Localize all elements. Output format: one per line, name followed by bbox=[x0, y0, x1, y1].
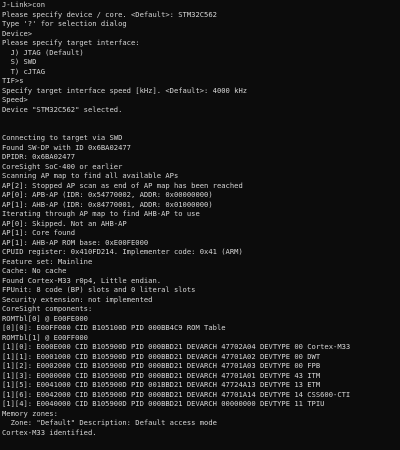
console-line: [1][4]: E0040000 CID B105900D PID 000BBD… bbox=[2, 399, 325, 408]
console-line: J-Link>con bbox=[2, 0, 45, 9]
console-line: Device> bbox=[2, 28, 33, 38]
console-line: Specify target interface speed [kHz]. <D… bbox=[2, 85, 248, 95]
console-line: FPUnit: 8 code (BP) slots and 0 literal … bbox=[2, 285, 196, 294]
console-line: DPIDR: 0x6BA02477 bbox=[2, 152, 76, 161]
console-line: Speed> bbox=[2, 95, 28, 104]
console-line: AP[1]: AHB-AP (IDR: 0x84770001, ADDR: 0x… bbox=[2, 199, 213, 209]
console-line: Please specify device / core. <Default>:… bbox=[2, 9, 217, 19]
console-line: Found SW-DP with ID 0x6BA02477 bbox=[2, 142, 131, 152]
console-line: S) SWD bbox=[2, 57, 37, 66]
console-line: CoreSight SoC-400 or earlier bbox=[2, 161, 123, 171]
console-line: Iterating through AP map to find AHB-AP … bbox=[2, 209, 200, 218]
console-line: [1][2]: E0002000 CID B105900D PID 000BBD… bbox=[2, 361, 321, 370]
console-line: [1][3]: E0000000 CID B105900D PID 000BBD… bbox=[2, 370, 321, 380]
console-line: AP[1]: Core found bbox=[2, 228, 76, 237]
console-line: [1][0]: E000E000 CID B105900D PID 000BBD… bbox=[2, 342, 351, 351]
console-line: Please specify target interface: bbox=[2, 38, 140, 47]
console-line: [0][0]: E00FF000 CID B105100D PID 000BB4… bbox=[2, 323, 226, 332]
console-line: T) cJTAG bbox=[2, 66, 45, 76]
console-line: CoreSight components: bbox=[2, 304, 93, 313]
console-line: [1][1]: E0001000 CID B105900D PID 000BBD… bbox=[2, 351, 321, 361]
console-line: Security extension: not implemented bbox=[2, 294, 153, 304]
console-line: Zone: "Default" Description: Default acc… bbox=[2, 418, 217, 427]
console-line: Scanning AP map to find all available AP… bbox=[2, 171, 179, 180]
console-line: Cache: No cache bbox=[2, 266, 67, 275]
console-line: Cortex-M33 identified. bbox=[2, 427, 97, 437]
terminal-output: J-Link>con Please specify device / core.… bbox=[0, 0, 400, 450]
console-line: TIF>s bbox=[2, 76, 24, 85]
console-line: Memory zones: bbox=[2, 408, 58, 418]
console-line: J) JTAG (Default) bbox=[2, 47, 84, 57]
console-line: CPUID register: 0x410FD214. Implementer … bbox=[2, 247, 243, 256]
console-line: ROMTbl[1] @ E00FF000 bbox=[2, 332, 88, 342]
console-line: Found Cortex-M33 r0p4, Little endian. bbox=[2, 275, 162, 285]
console-line: Connecting to target via SWD bbox=[2, 133, 123, 142]
console-line: AP[0]: APB-AP (IDR: 0x54770002, ADDR: 0x… bbox=[2, 190, 213, 199]
console-line: AP[1]: AHB-AP ROM base: 0xE00FE000 bbox=[2, 237, 149, 247]
console-line: [1][6]: E0042000 CID B105900D PID 000BBD… bbox=[2, 389, 351, 399]
console-line: Feature set: Mainline bbox=[2, 256, 93, 266]
console-line: ROMTbl[0] @ E00FE000 bbox=[2, 313, 88, 323]
console-line: Type '?' for selection dialog bbox=[2, 19, 127, 28]
console-line: AP[2]: Stopped AP scan as end of AP map … bbox=[2, 180, 243, 190]
console-line: AP[0]: Skipped. Not an AHB-AP bbox=[2, 218, 127, 228]
console-line: Device "STM32C562" selected. bbox=[2, 104, 123, 114]
console-line: [1][5]: E0041000 CID B105900D PID 001BBD… bbox=[2, 380, 321, 389]
